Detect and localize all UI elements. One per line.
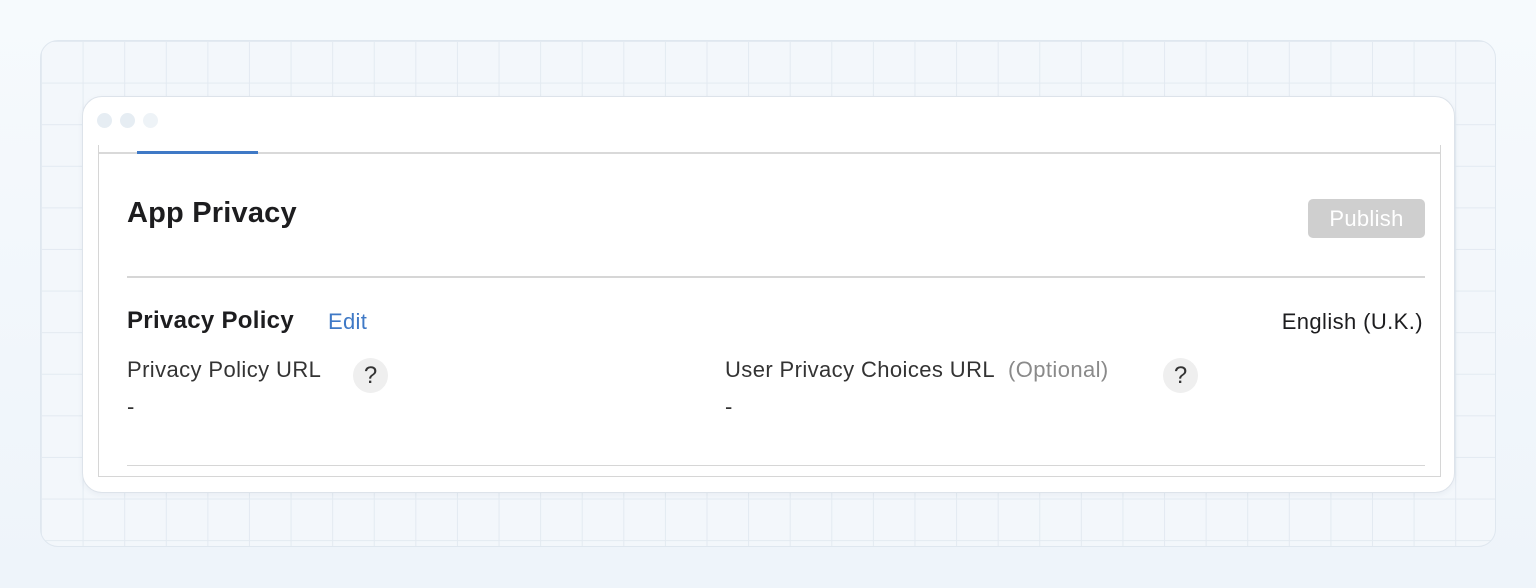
- publish-button[interactable]: Publish: [1308, 199, 1425, 238]
- app-window: App Privacy Publish Privacy Policy Edit …: [82, 96, 1455, 493]
- user-privacy-choices-url-value: -: [725, 394, 733, 419]
- window-controls: [97, 113, 158, 128]
- optional-note: (Optional): [1008, 357, 1109, 382]
- privacy-policy-url-label: Privacy Policy URL: [127, 357, 321, 383]
- privacy-policy-heading: Privacy Policy: [127, 307, 294, 334]
- header-divider: [127, 276, 1425, 278]
- window-minimize-dot[interactable]: [120, 113, 135, 128]
- content-frame: App Privacy Publish Privacy Policy Edit …: [98, 145, 1441, 477]
- language-label: English (U.K.): [1281, 309, 1423, 334]
- page: App Privacy Publish Privacy Policy Edit …: [0, 0, 1536, 588]
- page-title: App Privacy: [127, 197, 297, 229]
- section-bottom-divider: [127, 465, 1425, 466]
- user-privacy-choices-url-label-text: User Privacy Choices URL: [725, 357, 996, 382]
- edit-privacy-policy-link[interactable]: Edit: [328, 309, 367, 335]
- user-privacy-choices-url-help-icon[interactable]: ?: [1163, 358, 1198, 393]
- active-tab-indicator[interactable]: [137, 151, 258, 154]
- window-close-dot[interactable]: [97, 113, 112, 128]
- user-privacy-choices-url-label: User Privacy Choices URL (Optional): [725, 357, 1109, 383]
- privacy-policy-url-label-text: Privacy Policy URL: [127, 357, 322, 382]
- tab-bar-line: [99, 152, 1440, 154]
- window-zoom-dot[interactable]: [143, 113, 158, 128]
- privacy-policy-url-help-icon[interactable]: ?: [353, 358, 388, 393]
- privacy-policy-url-value: -: [127, 394, 135, 419]
